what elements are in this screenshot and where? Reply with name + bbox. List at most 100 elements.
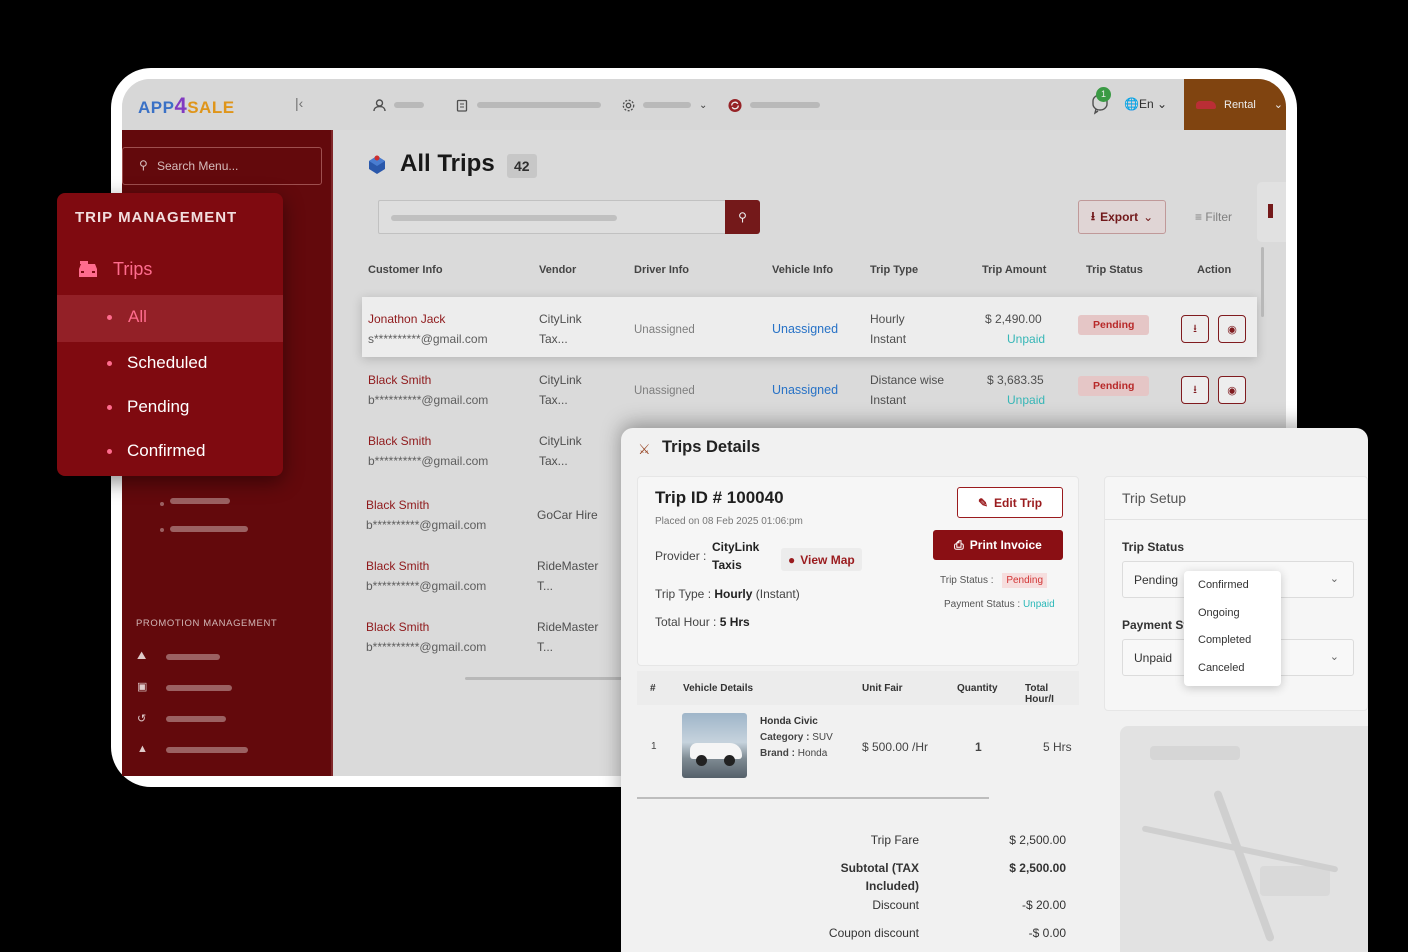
notification-count: 1 (1096, 87, 1111, 102)
selected-item-bg (57, 295, 283, 342)
download-button[interactable]: ⭳ (1181, 376, 1209, 404)
total-hour-value: 5 Hrs (719, 615, 750, 629)
stage: APP4SALE |‹ ⌄ 1 🌐En ⌄ Rental ⌄ ⚲ Search … (0, 0, 1408, 952)
view-button[interactable]: ◉ (1218, 376, 1246, 404)
total-hours: 5 Hrs (1043, 740, 1072, 754)
provider-label: Provider : (655, 549, 707, 563)
table-row[interactable]: Black Smith b**********@gmail.com CityLi… (362, 358, 1257, 418)
edit-trip-label: Edit Trip (994, 495, 1043, 510)
vehicle-info[interactable]: Unassigned (772, 322, 838, 336)
col-header-vendor[interactable]: Vendor (539, 264, 576, 276)
view-button[interactable]: ◉ (1218, 315, 1246, 343)
topbar-item-settings[interactable]: ⌄ (621, 98, 707, 112)
vehicle-table-scrollbar[interactable] (637, 797, 989, 799)
dropdown-option[interactable]: Confirmed (1198, 579, 1249, 591)
discount-value: -$ 20.00 (1021, 898, 1066, 912)
menu-item-confirmed[interactable]: Confirmed (127, 441, 205, 461)
notification-button[interactable]: 1 (1090, 87, 1112, 115)
trips-details-panel: ⚔ Trips Details Trip ID # 100040 Placed … (621, 428, 1368, 952)
col-header-status[interactable]: Trip Status (1086, 264, 1143, 276)
view-map-button[interactable]: ● View Map (781, 548, 862, 571)
language-selector[interactable]: 🌐En ⌄ (1124, 97, 1167, 111)
export-button[interactable]: ⭳ Export ⌄ (1078, 200, 1166, 234)
sidebar-skeleton[interactable] (166, 747, 248, 753)
trip-status-label: Trip Status : (940, 575, 994, 586)
collapse-sidebar-icon[interactable]: |‹ (295, 95, 303, 111)
payment-status-label: Payment Status : (944, 599, 1021, 610)
filter-button[interactable]: ≡ Filter (1195, 210, 1232, 224)
refresh-icon (728, 98, 742, 112)
vendor-name-2: Tax... (539, 454, 568, 468)
col-header-action[interactable]: Action (1197, 264, 1231, 276)
sidebar-skeleton[interactable] (166, 685, 232, 691)
chevron-down-icon: ⌄ (1143, 210, 1154, 224)
trip-type-extra: (Instant) (755, 587, 800, 601)
topbar-item-orders[interactable] (455, 98, 601, 112)
side-panel-tab[interactable] (1257, 182, 1286, 242)
edit-trip-button[interactable]: ✎ Edit Trip (957, 487, 1063, 518)
page-title: All Trips (400, 150, 495, 177)
trip-management-header: TRIP MANAGEMENT (75, 209, 238, 226)
vertical-scrollbar[interactable] (1261, 247, 1264, 317)
vehicle-info[interactable]: Unassigned (772, 383, 838, 397)
promotion-section-label: PROMOTION MANAGEMENT (136, 618, 278, 629)
menu-item-pending[interactable]: Pending (127, 397, 189, 417)
menu-item-all[interactable]: All (128, 307, 147, 327)
sidebar-search-input[interactable]: ⚲ Search Menu... (122, 147, 322, 185)
customer-email: b**********@gmail.com (366, 579, 487, 593)
search-button[interactable]: ⚲ (725, 200, 760, 234)
topbar-item-users[interactable] (372, 98, 424, 112)
menu-item-trips[interactable]: Trips (77, 259, 152, 280)
customer-name[interactable]: Black Smith (368, 434, 431, 448)
col-header-customer[interactable]: Customer Info (368, 264, 443, 276)
top-bar: APP4SALE |‹ ⌄ 1 🌐En ⌄ Rental ⌄ (122, 79, 1286, 130)
bell-icon: ▲ (137, 743, 148, 755)
dropdown-option[interactable]: Completed (1198, 634, 1251, 646)
vt-header-qty: Quantity (957, 683, 998, 694)
car-icon (1196, 100, 1216, 109)
app-logo[interactable]: APP4SALE (138, 93, 235, 119)
print-invoice-label: Print Invoice (969, 538, 1042, 552)
col-header-trip-type[interactable]: Trip Type (870, 264, 918, 276)
sidebar-skeleton[interactable] (166, 654, 220, 660)
print-invoice-button[interactable]: ⎙ Print Invoice (933, 530, 1063, 560)
customer-name[interactable]: Black Smith (366, 620, 429, 634)
sidebar-skeleton (170, 498, 230, 504)
brand-label: Brand : (760, 748, 795, 759)
sidebar-skeleton[interactable] (166, 716, 226, 722)
driver-info: Unassigned (634, 324, 695, 336)
vehicle-brand: Brand : Honda (760, 748, 827, 759)
discount-label: Discount (872, 898, 919, 912)
topbar-item-other[interactable] (728, 98, 820, 112)
subtotal-label: Subtotal (TAX (840, 861, 919, 875)
col-header-vehicle[interactable]: Vehicle Info (772, 264, 833, 276)
download-button[interactable]: ⭳ (1181, 315, 1209, 343)
col-header-driver[interactable]: Driver Info (634, 264, 689, 276)
customer-name[interactable]: Black Smith (366, 559, 429, 573)
customer-name[interactable]: Black Smith (366, 498, 429, 512)
topbar-skeleton (643, 102, 691, 108)
dropdown-option[interactable]: Canceled (1198, 662, 1244, 674)
customer-name[interactable]: Black Smith (368, 373, 431, 387)
table-row[interactable]: Jonathon Jack s**********@gmail.com City… (362, 297, 1257, 357)
driver-info: Unassigned (634, 385, 695, 397)
menu-item-scheduled[interactable]: Scheduled (127, 353, 207, 373)
rental-switcher[interactable]: Rental ⌄ (1184, 79, 1286, 130)
trip-fare-value: $ 2,500.00 (1009, 833, 1066, 847)
trips-search-input[interactable] (378, 200, 727, 234)
trips-count-badge: 42 (507, 154, 537, 178)
payment-status: Unpaid (1007, 393, 1046, 407)
vt-header-num: # (650, 683, 656, 694)
gift-icon: ▣ (137, 681, 148, 693)
horizontal-scrollbar[interactable] (465, 677, 625, 680)
vt-header-hours: Total Hour/I (1025, 683, 1054, 705)
provider-name-2: Taxis (712, 558, 742, 572)
customer-name[interactable]: Jonathon Jack (368, 312, 445, 326)
trip-type-row: Trip Type : Hourly (Instant) (655, 587, 800, 601)
status-badge: Pending (1078, 376, 1150, 396)
brand-value: Honda (797, 748, 828, 759)
search-skeleton (391, 215, 617, 221)
col-header-amount[interactable]: Trip Amount (982, 264, 1046, 276)
dropdown-option[interactable]: Ongoing (1198, 607, 1240, 619)
trip-map[interactable] (1120, 726, 1368, 952)
